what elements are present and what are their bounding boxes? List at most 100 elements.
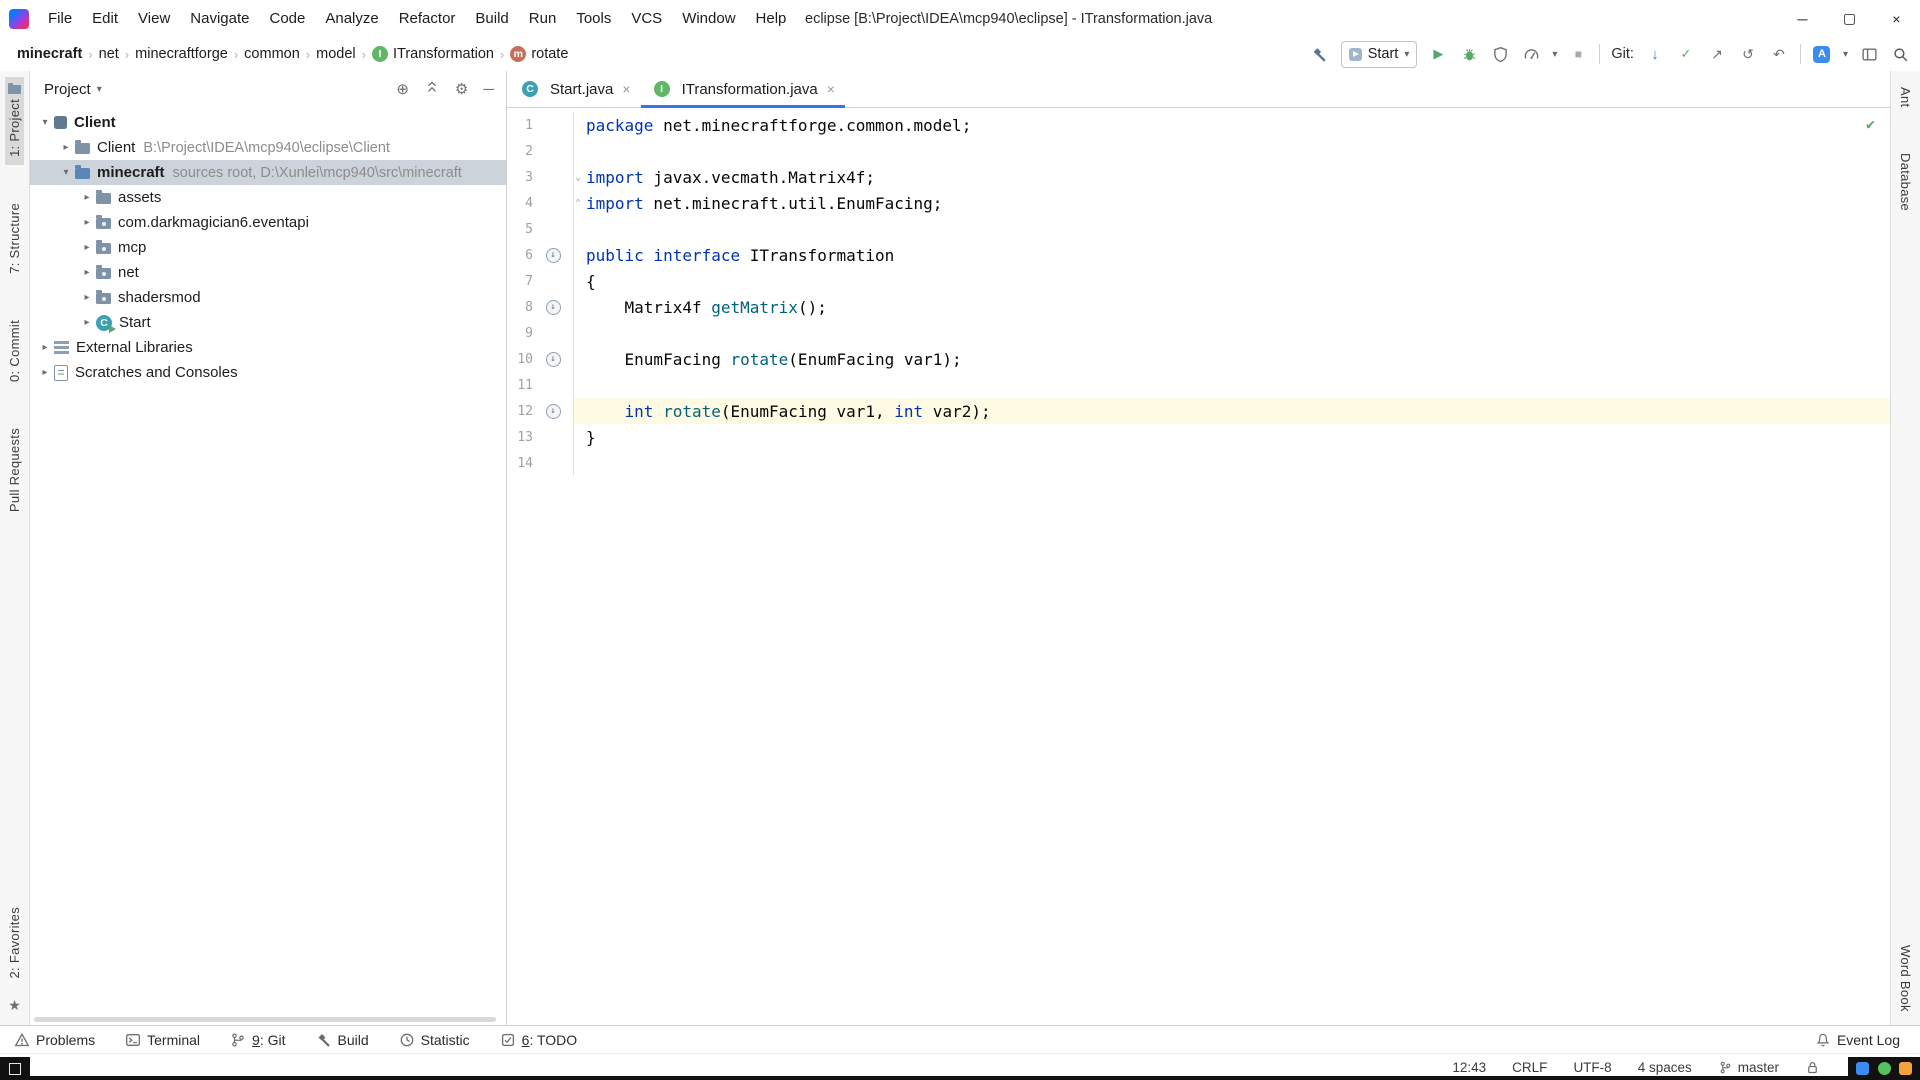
taskbar-corner-button[interactable] (0, 1057, 30, 1080)
layout-icon[interactable] (1859, 44, 1879, 64)
tree-item-assets[interactable]: ▸assets (30, 185, 506, 210)
menu-refactor[interactable]: Refactor (389, 0, 466, 37)
tool-stripe-database[interactable]: Database (1896, 145, 1915, 219)
tree-item-minecraft[interactable]: ▾minecraftsources root, D:\Xunlei\mcp940… (30, 160, 506, 185)
indent-status[interactable]: 4 spaces (1638, 1060, 1692, 1075)
fold-marker-icon[interactable]: ⌃ (575, 198, 581, 209)
tree-expanded-arrow-icon[interactable]: ▾ (36, 117, 54, 128)
implemented-marker-icon[interactable]: ↓ (546, 352, 561, 367)
tree-item-mcp[interactable]: ▸mcp (30, 235, 506, 260)
toolwindow-button-event-log[interactable]: Event Log (1815, 1032, 1900, 1048)
profiler-button[interactable] (1521, 44, 1541, 64)
collapse-all-button[interactable] (424, 79, 440, 99)
hide-panel-button[interactable]: ─ (483, 81, 494, 98)
code-line-11[interactable]: 11 (507, 372, 1890, 398)
toolwindow-button-terminal[interactable]: Terminal (125, 1032, 200, 1048)
tree-expanded-arrow-icon[interactable]: ▾ (57, 167, 75, 178)
menu-help[interactable]: Help (746, 0, 797, 37)
lock-icon[interactable] (1805, 1060, 1820, 1075)
toolwindow-button-todo[interactable]: 6: TODO (500, 1032, 578, 1048)
tool-stripe-word-book[interactable]: Word Book (1896, 937, 1915, 1020)
toolwindow-button-statistic[interactable]: Statistic (399, 1032, 470, 1048)
tree-collapsed-arrow-icon[interactable]: ▸ (78, 292, 96, 303)
tree-collapsed-arrow-icon[interactable]: ▸ (78, 267, 96, 278)
maximize-button[interactable]: ▢ (1826, 0, 1873, 37)
code-line-14[interactable]: 14 (507, 450, 1890, 476)
tree-collapsed-arrow-icon[interactable]: ▸ (78, 217, 96, 228)
tree-item-shadersmod[interactable]: ▸shadersmod (30, 285, 506, 310)
project-panel-title[interactable]: Project (44, 81, 91, 98)
tool-stripe-pull-requests[interactable]: Pull Requests (5, 420, 24, 520)
code-line-13[interactable]: 13} (507, 424, 1890, 450)
menu-build[interactable]: Build (465, 0, 518, 37)
menu-navigate[interactable]: Navigate (180, 0, 259, 37)
tool-stripe-1-project[interactable]: 1: Project (5, 77, 24, 165)
coverage-button[interactable] (1490, 44, 1510, 64)
debug-button[interactable] (1459, 44, 1479, 64)
code-line-8[interactable]: 8↓ Matrix4f getMatrix(); (507, 294, 1890, 320)
menu-view[interactable]: View (128, 0, 180, 37)
tray-icon-orange[interactable] (1899, 1062, 1912, 1075)
menu-tools[interactable]: Tools (566, 0, 621, 37)
run-button[interactable]: ▶ (1428, 44, 1448, 64)
code-line-12[interactable]: 12↓ int rotate(EnumFacing var1, int var2… (507, 398, 1890, 424)
stop-button[interactable]: ■ (1568, 44, 1588, 64)
tool-stripe-2-favorites[interactable]: 2: Favorites (5, 899, 24, 987)
tray-icon-green[interactable] (1878, 1062, 1891, 1075)
tree-item-scratches-and-consoles[interactable]: ▸Scratches and Consoles (30, 360, 506, 385)
menu-file[interactable]: File (38, 0, 82, 37)
implemented-marker-icon[interactable]: ↓ (546, 300, 561, 315)
close-tab-icon[interactable]: × (622, 81, 630, 97)
tree-collapsed-arrow-icon[interactable]: ▸ (78, 192, 96, 203)
code-line-2[interactable]: 2 (507, 138, 1890, 164)
breadcrumb-item-model[interactable]: model (313, 45, 359, 63)
breadcrumb-item-net[interactable]: net (96, 45, 122, 63)
tree-item-com-darkmagician6-eventapi[interactable]: ▸com.darkmagician6.eventapi (30, 210, 506, 235)
breadcrumb-item-minecraftforge[interactable]: minecraftforge (132, 45, 231, 63)
tool-stripe-ant[interactable]: Ant (1896, 79, 1915, 115)
implemented-marker-icon[interactable]: ↓ (546, 248, 561, 263)
tool-stripe-7-structure[interactable]: 7: Structure (5, 195, 24, 282)
search-everywhere-icon[interactable] (1890, 44, 1910, 64)
tree-item-client[interactable]: ▾Client (30, 110, 506, 135)
tree-collapsed-arrow-icon[interactable]: ▸ (78, 317, 96, 328)
menu-run[interactable]: Run (519, 0, 567, 37)
horizontal-scrollbar[interactable] (34, 1017, 496, 1022)
tab-start-java[interactable]: CStart.java× (509, 71, 641, 107)
rollback-button[interactable]: ↶ (1769, 44, 1789, 64)
run-configuration-selector[interactable]: Start ▾ (1341, 41, 1418, 68)
translate-icon[interactable]: A (1812, 44, 1832, 64)
locate-file-button[interactable]: ⊕ (396, 80, 409, 98)
code-line-6[interactable]: 6↓public interface ITransformation (507, 242, 1890, 268)
encoding-status[interactable]: UTF-8 (1573, 1060, 1611, 1075)
toolwindow-button-git[interactable]: 9: Git (230, 1032, 285, 1048)
tray-icon-blue[interactable] (1856, 1062, 1869, 1075)
menu-window[interactable]: Window (672, 0, 745, 37)
chevron-down-icon[interactable]: ▾ (97, 84, 102, 95)
history-button[interactable]: ↺ (1738, 44, 1758, 64)
chevron-down-icon[interactable]: ▾ (1552, 49, 1557, 60)
line-separator-status[interactable]: CRLF (1512, 1060, 1547, 1075)
tree-item-external-libraries[interactable]: ▸External Libraries (30, 335, 506, 360)
build-project-button[interactable] (1310, 44, 1330, 64)
chevron-down-icon[interactable]: ▾ (1843, 49, 1848, 60)
code-line-5[interactable]: 5 (507, 216, 1890, 242)
update-project-button[interactable]: ↓ (1645, 44, 1665, 64)
code-line-1[interactable]: 1package net.minecraftforge.common.model… (507, 112, 1890, 138)
menu-edit[interactable]: Edit (82, 0, 128, 37)
toolwindow-button-problems[interactable]: Problems (14, 1032, 95, 1048)
menu-analyze[interactable]: Analyze (315, 0, 388, 37)
tool-stripe-0-commit[interactable]: 0: Commit (5, 312, 24, 390)
breadcrumb-item-rotate[interactable]: mrotate (507, 45, 571, 63)
fold-marker-icon[interactable]: ⌄ (575, 172, 581, 183)
code-editor[interactable]: 1package net.minecraftforge.common.model… (507, 108, 1890, 1026)
push-button[interactable]: ↗ (1707, 44, 1727, 64)
code-line-9[interactable]: 9 (507, 320, 1890, 346)
close-tab-icon[interactable]: × (827, 81, 835, 97)
minimize-button[interactable]: ─ (1779, 0, 1826, 37)
implemented-marker-icon[interactable]: ↓ (546, 404, 561, 419)
commit-button[interactable]: ✓ (1676, 44, 1696, 64)
menu-code[interactable]: Code (259, 0, 315, 37)
favorites-star-icon[interactable]: ★ (8, 997, 21, 1014)
tree-item-start[interactable]: ▸CStart (30, 310, 506, 335)
